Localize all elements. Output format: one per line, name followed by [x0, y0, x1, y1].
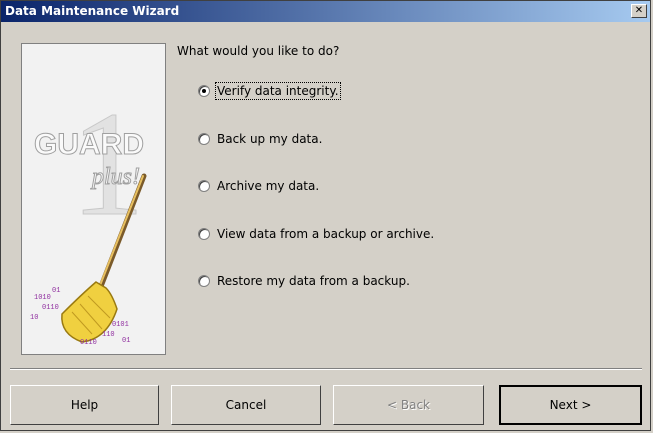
svg-text:01: 01 [52, 287, 60, 295]
option-archive-data[interactable]: Archive my data. [198, 178, 319, 194]
cancel-button-label: Cancel [225, 398, 267, 412]
option-backup-data[interactable]: Back up my data. [198, 131, 322, 147]
svg-text:0110: 0110 [80, 339, 97, 347]
option-label-backup-data[interactable]: Back up my data. [217, 132, 322, 146]
close-icon: ✕ [634, 5, 644, 16]
radio-view-backup[interactable] [198, 228, 210, 240]
option-verify-data[interactable]: Verify data integrity. [198, 82, 341, 100]
radio-backup-data[interactable] [198, 133, 210, 145]
svg-text:0101: 0101 [112, 321, 129, 329]
logo-guard-text: GUARD [34, 128, 144, 161]
help-button-label: Help [70, 398, 99, 412]
option-restore-data[interactable]: Restore my data from a backup. [198, 273, 410, 289]
option-label-archive-data[interactable]: Archive my data. [217, 179, 319, 193]
cancel-button[interactable]: Cancel [171, 385, 321, 425]
close-button[interactable]: ✕ [631, 4, 647, 18]
svg-text:01: 01 [122, 337, 130, 345]
option-label-verify-data[interactable]: Verify data integrity. [215, 82, 341, 100]
svg-text:10: 10 [30, 314, 38, 322]
help-button[interactable]: Help [10, 385, 159, 425]
window-title: Data Maintenance Wizard [5, 4, 180, 18]
option-view-backup[interactable]: View data from a backup or archive. [198, 226, 434, 242]
next-button-label: Next > [549, 398, 592, 412]
wizard-window: Data Maintenance Wizard ✕ 1 GUARD plus! … [0, 0, 651, 431]
option-label-view-backup[interactable]: View data from a backup or archive. [217, 227, 434, 241]
button-separator [10, 368, 642, 370]
wizard-illustration: 1 GUARD plus! 1010 0110 10 0101 110 0110 01… [21, 43, 166, 355]
title-bar[interactable]: Data Maintenance Wizard ✕ [1, 1, 650, 22]
radio-archive-data[interactable] [198, 180, 210, 192]
back-button[interactable]: < Back [333, 385, 484, 425]
logo-plus-text: plus! [90, 164, 140, 190]
next-button[interactable]: Next > [499, 385, 642, 425]
broom-illustration: 1 GUARD plus! 10100110 100101 1100110 01… [30, 81, 147, 347]
option-label-restore-data[interactable]: Restore my data from a backup. [217, 274, 410, 288]
radio-verify-data[interactable] [198, 85, 210, 97]
back-button-label: < Back [386, 398, 430, 412]
svg-text:1010: 1010 [34, 294, 51, 302]
svg-text:0110: 0110 [42, 304, 59, 312]
wizard-question: What would you like to do? [177, 44, 340, 58]
svg-text:110: 110 [102, 331, 115, 339]
radio-restore-data[interactable] [198, 275, 210, 287]
